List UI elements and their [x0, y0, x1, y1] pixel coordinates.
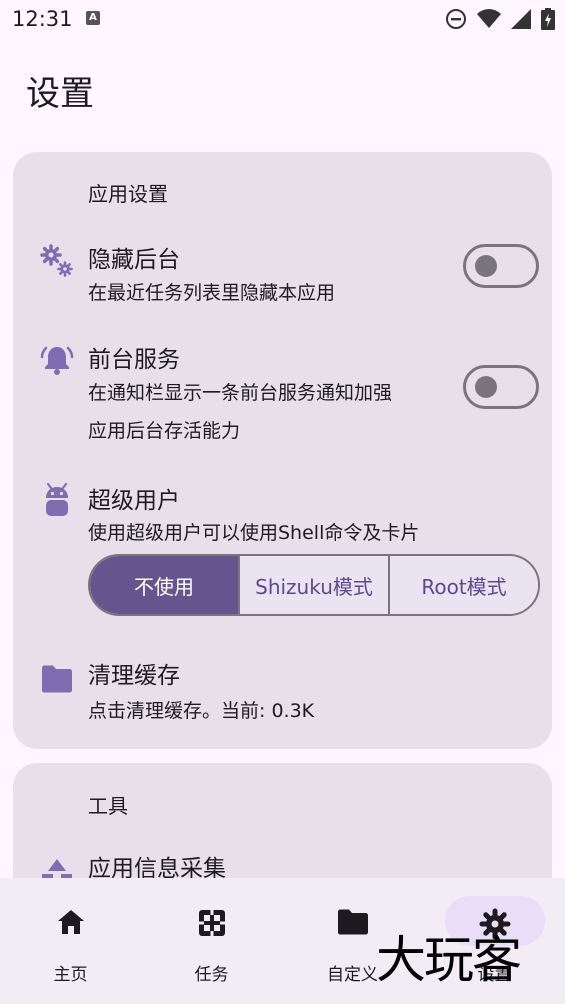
super-user-subtitle: 使用超级用户可以使用Shell命令及卡片 [88, 522, 420, 544]
battery-charging-icon [541, 8, 555, 30]
mode-none-button[interactable]: 不使用 [90, 556, 238, 614]
status-time: 12:31 [12, 7, 73, 31]
wifi-icon [477, 9, 501, 28]
clear-cache-title: 清理缓存 [88, 663, 180, 689]
signal-icon [511, 9, 531, 29]
android-icon [46, 482, 68, 516]
folder-icon [42, 665, 72, 693]
settings-gears-icon [40, 244, 73, 277]
hide-background-switch[interactable] [463, 244, 539, 288]
nav-label-home: 主页 [53, 965, 88, 985]
nav-item-home[interactable]: 主页 [0, 878, 141, 1004]
app-settings-card: 应用设置 隐藏后台 在最近任务列表里隐藏本应用 前台服务 在通知栏显示一条前台服… [13, 152, 552, 749]
task-icon [198, 910, 225, 936]
nav-item-task[interactable]: 任务 [141, 878, 282, 1004]
hide-background-title: 隐藏后台 [88, 247, 180, 273]
home-icon [57, 910, 84, 934]
clear-cache-subtitle: 点击清理缓存。当前: 0.3K [88, 700, 315, 722]
watermark-text: 大玩客 [376, 931, 522, 989]
foreground-service-title: 前台服务 [88, 347, 180, 373]
nav-label-task: 任务 [194, 965, 229, 985]
do-not-disturb-icon [446, 9, 466, 29]
app-info-icon [42, 859, 72, 879]
foreground-service-switch[interactable] [463, 365, 539, 409]
foreground-service-subtitle-1: 在通知栏显示一条前台服务通知加强 [88, 382, 393, 404]
page-title: 设置 [26, 74, 94, 114]
super-user-mode-selector: 不使用 Shizuku模式 Root模式 [88, 554, 540, 616]
switch-thumb [475, 376, 497, 398]
super-user-title: 超级用户 [88, 488, 180, 514]
tools-header: 工具 [88, 794, 128, 818]
foreground-service-subtitle-2: 应用后台存活能力 [88, 420, 241, 442]
status-bar: 12:31 A [0, 0, 565, 38]
bell-ringing-icon [40, 346, 74, 375]
notification-a-icon: A [86, 11, 100, 25]
status-icons [445, 8, 555, 30]
folder-icon [337, 909, 368, 935]
mode-shizuku-button[interactable]: Shizuku模式 [238, 556, 388, 614]
app-settings-header: 应用设置 [88, 182, 168, 206]
switch-thumb [475, 255, 497, 277]
hide-background-subtitle: 在最近任务列表里隐藏本应用 [88, 282, 336, 304]
mode-root-button[interactable]: Root模式 [388, 556, 538, 614]
